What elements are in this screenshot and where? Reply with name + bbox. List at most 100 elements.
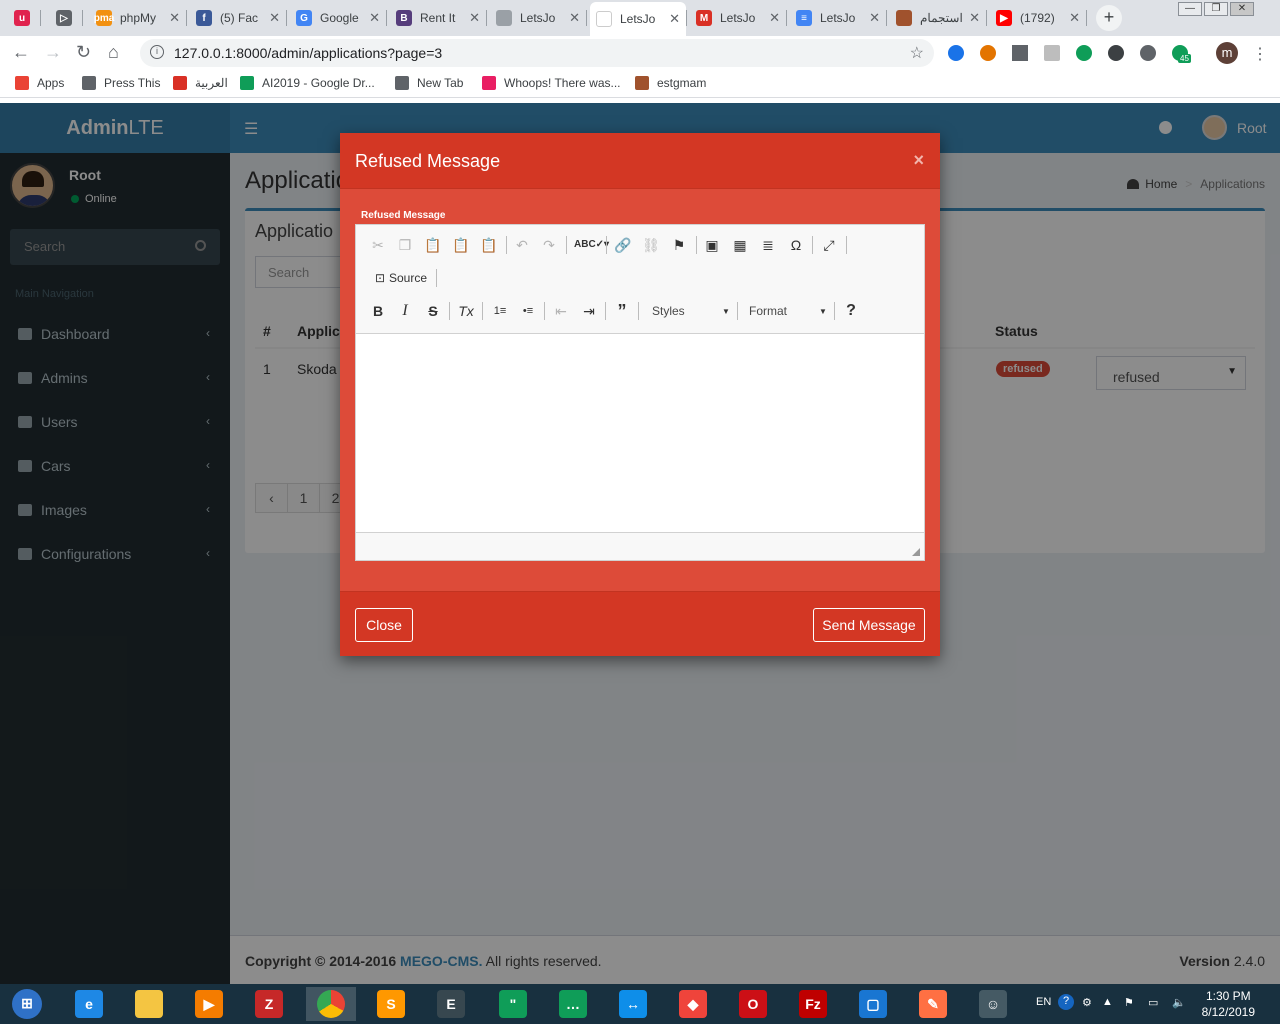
bulleted-list-icon[interactable]: •≡ xyxy=(516,299,540,323)
cut-icon[interactable]: ✂ xyxy=(366,233,390,257)
menu-icon[interactable]: ⋮ xyxy=(1252,44,1268,64)
paste-word-icon[interactable]: 📋 xyxy=(477,233,501,257)
format-dropdown[interactable]: Format ▼ xyxy=(749,304,829,318)
forward-icon[interactable]: → xyxy=(44,42,62,63)
close-window-button[interactable]: ✕ xyxy=(1230,2,1254,16)
remove-format-icon[interactable]: Tx xyxy=(454,299,478,323)
bookmark-item[interactable]: estgmam xyxy=(635,76,706,90)
image-icon[interactable]: ▣ xyxy=(700,233,724,257)
bookmark-item[interactable]: Apps xyxy=(15,76,64,90)
taskbar-pencil-app[interactable]: ✎ xyxy=(908,987,958,1021)
tab-close-icon[interactable]: ✕ xyxy=(869,10,880,26)
taskbar-zynga[interactable]: Z xyxy=(244,987,294,1021)
tab-close-icon[interactable]: ✕ xyxy=(169,10,180,26)
action-center-icon[interactable]: ⚑ xyxy=(1124,996,1134,1009)
browser-tab[interactable]: LetsJo ✕ xyxy=(590,2,686,36)
taskbar-chrome[interactable] xyxy=(306,987,356,1021)
extension-shield-icon[interactable] xyxy=(1140,45,1156,61)
browser-tab[interactable]: استجمام ✕ xyxy=(890,4,986,32)
profile-avatar[interactable]: m xyxy=(1216,42,1238,64)
extension-grid-icon[interactable] xyxy=(1044,45,1060,61)
maximize-icon[interactable]: ⤢ xyxy=(817,233,841,257)
paste-icon[interactable]: 📋 xyxy=(421,233,445,257)
reload-icon[interactable]: ↻ xyxy=(76,42,91,63)
editor-content-area[interactable] xyxy=(356,333,924,533)
network-icon[interactable]: ▭ xyxy=(1148,996,1158,1009)
paste-text-icon[interactable]: 📋 xyxy=(449,233,473,257)
extension-dark-icon[interactable] xyxy=(1108,45,1124,61)
spellcheck-icon[interactable]: ABC✓▾ xyxy=(574,233,609,257)
styles-dropdown[interactable]: Styles ▼ xyxy=(652,304,732,318)
taskbar-smiley-app[interactable]: ☺ xyxy=(968,987,1018,1021)
extension-badge-icon[interactable]: 45 xyxy=(1172,45,1191,63)
tab-close-icon[interactable]: ✕ xyxy=(1069,10,1080,26)
taskbar-internet-explorer[interactable]: e xyxy=(64,987,114,1021)
home-icon[interactable]: ⌂ xyxy=(108,42,119,63)
tab-close-icon[interactable]: ✕ xyxy=(669,11,680,27)
tab-close-icon[interactable]: ✕ xyxy=(469,10,480,26)
link-icon[interactable]: 🔗 xyxy=(611,233,635,257)
address-bar[interactable]: i 127.0.0.1:8000/admin/applications?page… xyxy=(140,39,934,67)
taskbar-editor[interactable]: E xyxy=(426,987,476,1021)
bookmark-item[interactable]: Whoops! There was... xyxy=(482,76,621,90)
taskbar-media-player[interactable]: ▶ xyxy=(184,987,234,1021)
show-hidden-icons[interactable]: ▲ xyxy=(1102,996,1113,1008)
bookmark-item[interactable]: Press This xyxy=(82,76,160,90)
minimize-window-button[interactable]: — xyxy=(1178,2,1202,16)
help-icon[interactable]: ? xyxy=(839,299,863,323)
extension-orange-icon[interactable] xyxy=(980,45,996,61)
system-clock[interactable]: 1:30 PM 8/12/2019 xyxy=(1202,988,1255,1020)
tab-close-icon[interactable]: ✕ xyxy=(769,10,780,26)
volume-icon[interactable]: 🔈 xyxy=(1172,996,1186,1009)
browser-tab[interactable]: LetsJo ✕ xyxy=(490,4,586,32)
taskbar-anydesk[interactable]: ◆ xyxy=(668,987,718,1021)
undo-icon[interactable]: ↶ xyxy=(510,233,534,257)
source-button[interactable]: Source xyxy=(389,271,427,285)
taskbar-teamviewer[interactable]: ↔ xyxy=(608,987,658,1021)
strikethrough-icon[interactable]: S xyxy=(421,299,445,323)
browser-tab[interactable]: G Google ✕ xyxy=(290,4,386,32)
indent-icon[interactable]: ⇥ xyxy=(577,299,601,323)
browser-tab[interactable]: M LetsJo ✕ xyxy=(690,4,786,32)
bookmark-star-icon[interactable]: ☆ xyxy=(910,43,924,63)
close-button[interactable]: Close xyxy=(355,608,413,642)
resize-handle-icon[interactable] xyxy=(912,548,920,556)
outdent-icon[interactable]: ⇤ xyxy=(549,299,573,323)
bookmark-item[interactable]: AI2019 - Google Dr... xyxy=(240,76,375,90)
back-icon[interactable]: ← xyxy=(12,42,30,63)
extension-blue-icon[interactable] xyxy=(948,45,964,61)
taskbar-file-explorer[interactable] xyxy=(124,987,174,1021)
numbered-list-icon[interactable]: 1≡ xyxy=(488,299,512,323)
browser-tab[interactable]: B Rent It ✕ xyxy=(390,4,486,32)
table-icon[interactable]: ▦ xyxy=(728,233,752,257)
extension-v-icon[interactable] xyxy=(1012,45,1028,61)
language-indicator[interactable]: EN xyxy=(1036,996,1051,1008)
tab-close-icon[interactable]: ✕ xyxy=(369,10,380,26)
unlink-icon[interactable]: ⛓ xyxy=(639,233,663,257)
bookmark-item[interactable]: New Tab xyxy=(395,76,463,90)
browser-tab[interactable]: ▷ xyxy=(50,4,82,32)
tab-close-icon[interactable]: ✕ xyxy=(569,10,580,26)
browser-tab[interactable]: pma phpMy ✕ xyxy=(90,4,186,32)
restore-window-button[interactable]: ❐ xyxy=(1204,2,1228,16)
tray-settings-icon[interactable]: ⚙ xyxy=(1082,996,1092,1009)
address-url[interactable]: 127.0.0.1:8000/admin/applications?page=3 xyxy=(174,45,442,61)
browser-tab[interactable]: ▶ (1792) ✕ xyxy=(990,4,1086,32)
site-info-icon[interactable]: i xyxy=(150,45,164,59)
taskbar-sublime-text[interactable]: S xyxy=(366,987,416,1021)
taskbar-hangouts-chat[interactable]: … xyxy=(548,987,598,1021)
close-icon[interactable]: × xyxy=(913,150,924,171)
taskbar-opera[interactable]: O xyxy=(728,987,778,1021)
special-char-icon[interactable]: Ω xyxy=(784,233,808,257)
taskbar-app-window[interactable]: ▢ xyxy=(848,987,898,1021)
browser-tab[interactable]: ≡ LetsJo ✕ xyxy=(790,4,886,32)
redo-icon[interactable]: ↷ xyxy=(537,233,561,257)
start-button[interactable]: ⊞ xyxy=(2,987,52,1021)
bookmark-item[interactable]: العربية xyxy=(173,76,228,90)
taskbar-filezilla[interactable]: Fz xyxy=(788,987,838,1021)
italic-icon[interactable]: I xyxy=(393,299,417,323)
tab-close-icon[interactable]: ✕ xyxy=(969,10,980,26)
taskbar-hangouts[interactable]: " xyxy=(488,987,538,1021)
blockquote-icon[interactable]: ” xyxy=(610,299,634,323)
browser-tab[interactable]: f (5) Fac ✕ xyxy=(190,4,286,32)
